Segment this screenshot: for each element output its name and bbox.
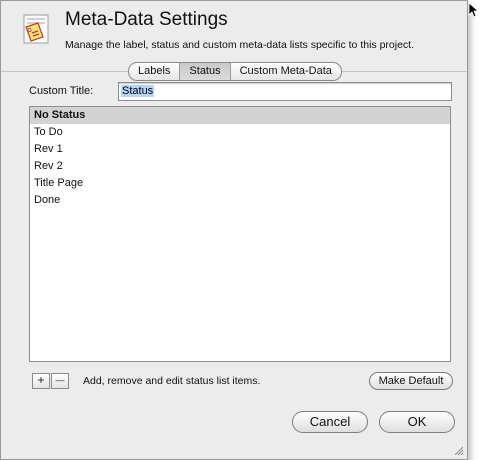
status-list[interactable]: No Status To Do Rev 1 Rev 2 Title Page D…	[29, 106, 451, 362]
ok-button[interactable]: OK	[379, 411, 455, 433]
list-item[interactable]: To Do	[30, 124, 450, 141]
remove-item-button[interactable]: —	[51, 373, 69, 389]
dialog-title: Meta-Data Settings	[65, 9, 228, 30]
tab-bar: Labels Status Custom Meta-Data	[128, 62, 342, 81]
tab-labels[interactable]: Labels	[129, 63, 179, 80]
tab-status[interactable]: Status	[179, 63, 230, 80]
list-item[interactable]: Rev 2	[30, 158, 450, 175]
list-item[interactable]: Done	[30, 192, 450, 209]
tab-custom-meta-data[interactable]: Custom Meta-Data	[229, 63, 341, 80]
resize-grip-icon[interactable]	[453, 445, 463, 455]
meta-data-settings-dialog: Meta-Data Settings Manage the label, sta…	[0, 0, 468, 460]
list-item[interactable]: Title Page	[30, 175, 450, 192]
tag-icon	[23, 14, 49, 44]
list-item[interactable]: No Status	[30, 107, 450, 124]
add-item-button[interactable]: +	[32, 373, 50, 389]
custom-title-label: Custom Title:	[29, 85, 94, 97]
dialog-subtitle: Manage the label, status and custom meta…	[65, 39, 415, 51]
make-default-button[interactable]: Make Default	[369, 372, 453, 390]
custom-title-value: Status	[121, 85, 155, 97]
custom-title-input[interactable]: Status	[118, 82, 452, 101]
list-item[interactable]: Rev 1	[30, 141, 450, 158]
mouse-pointer-icon	[468, 2, 478, 18]
list-hint-text: Add, remove and edit status list items.	[83, 375, 261, 387]
cancel-button[interactable]: Cancel	[292, 411, 368, 433]
